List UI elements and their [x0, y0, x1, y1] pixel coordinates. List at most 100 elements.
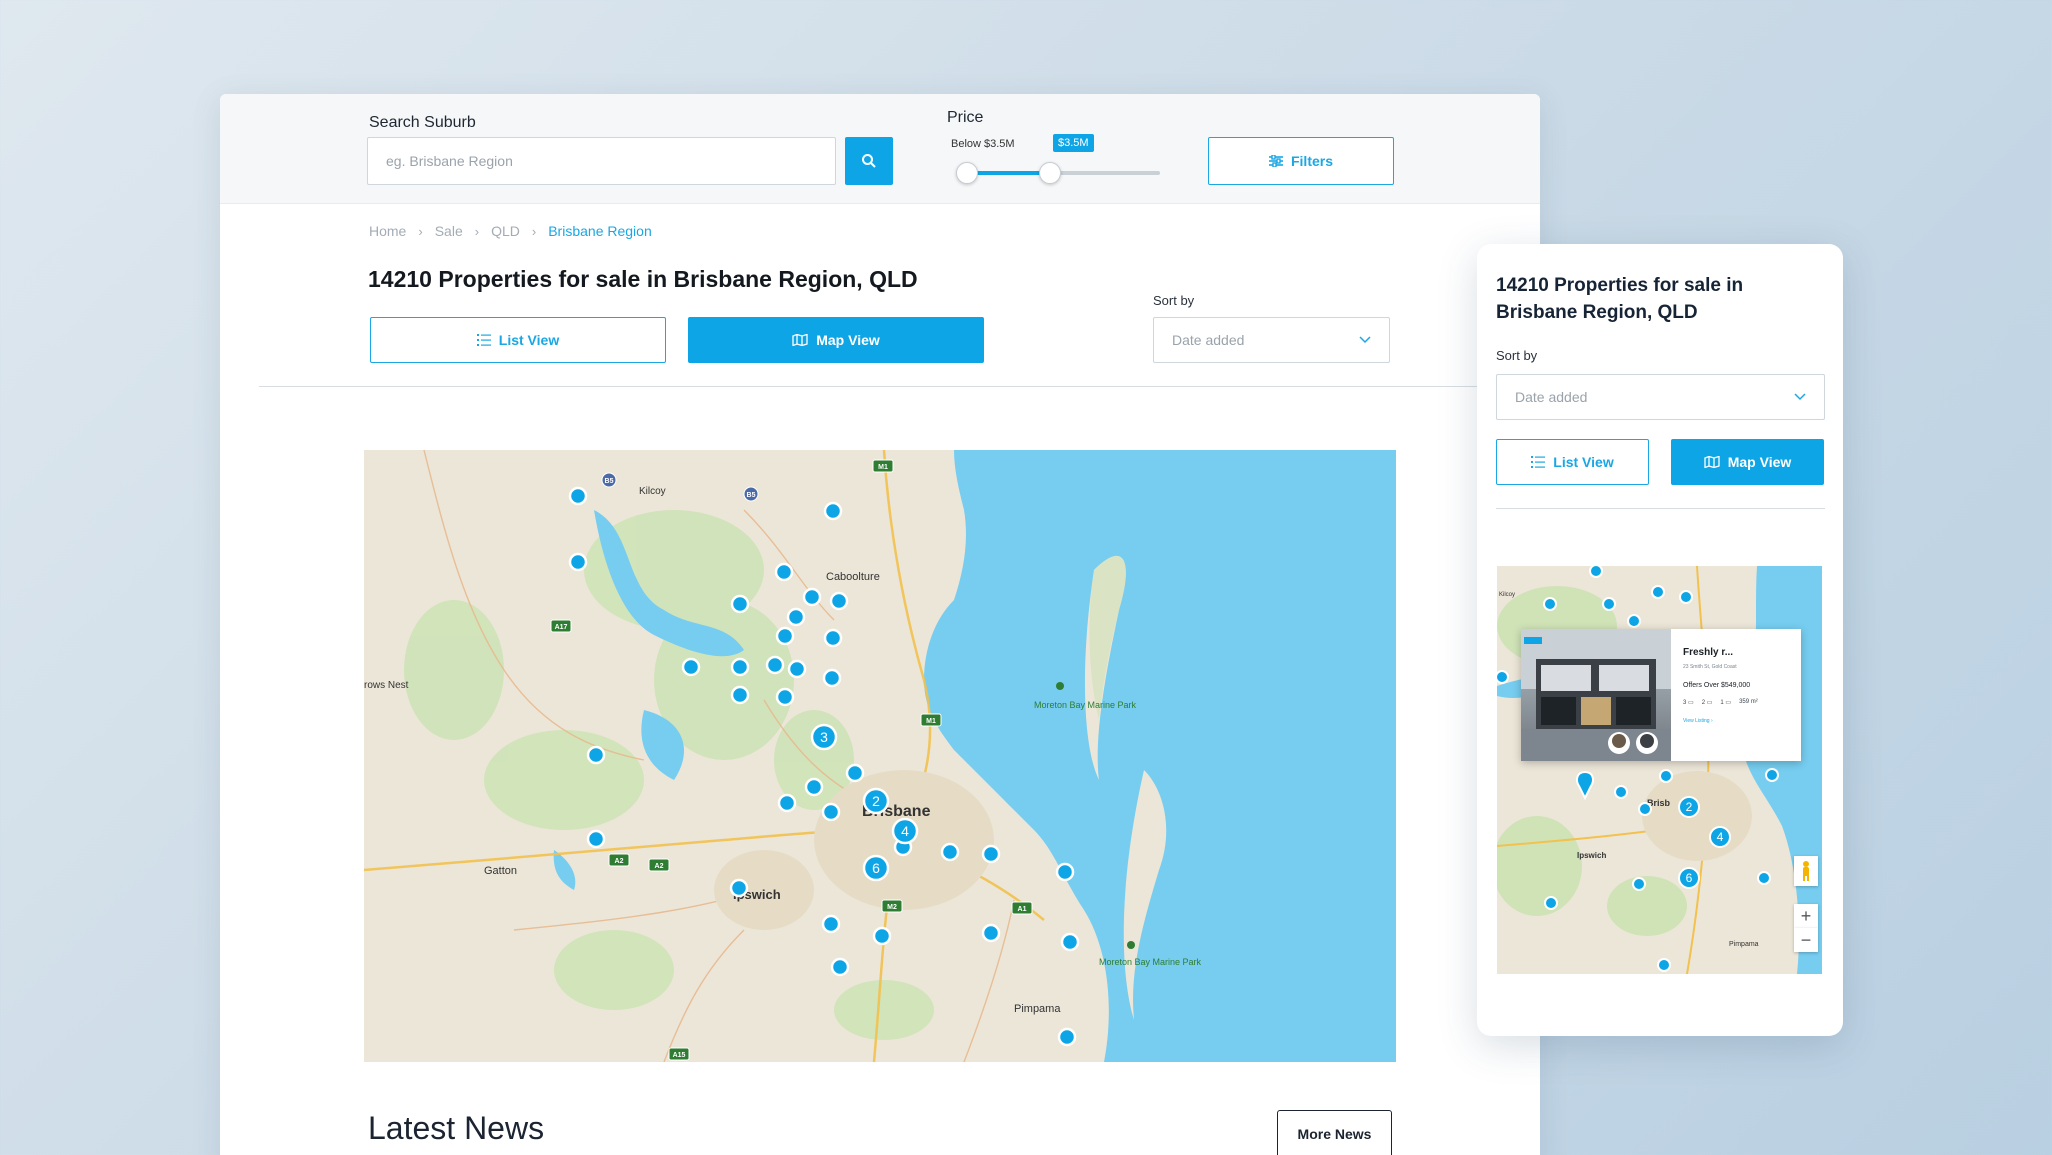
- property-marker[interactable]: [1589, 566, 1603, 578]
- filters-button[interactable]: Filters: [1208, 137, 1394, 185]
- cluster-marker[interactable]: 6: [1678, 867, 1700, 889]
- property-marker[interactable]: [775, 626, 795, 646]
- property-marker[interactable]: [777, 793, 797, 813]
- mobile-sort-select[interactable]: Date added: [1496, 374, 1825, 420]
- property-marker[interactable]: [1627, 614, 1641, 628]
- property-marker[interactable]: [822, 668, 842, 688]
- property-marker[interactable]: [681, 657, 701, 677]
- property-marker[interactable]: [730, 657, 750, 677]
- svg-text:M1: M1: [926, 718, 936, 725]
- property-marker[interactable]: [823, 628, 843, 648]
- svg-text:B5: B5: [747, 492, 756, 499]
- mobile-page-title: 14210 Properties for sale in Brisbane Re…: [1496, 275, 1744, 323]
- sort-label: Sort by: [1153, 293, 1195, 308]
- list-view-label: List View: [498, 332, 560, 348]
- property-marker[interactable]: [1544, 896, 1558, 910]
- property-marker[interactable]: [568, 486, 588, 506]
- list-view-button[interactable]: List View: [370, 317, 666, 363]
- property-marker[interactable]: [774, 562, 794, 582]
- desktop-window: Search Suburb Price Below $3.5M $3.5M Fi…: [220, 94, 1540, 1155]
- property-marker[interactable]: [1060, 932, 1080, 952]
- property-marker[interactable]: [1638, 802, 1652, 816]
- property-marker[interactable]: [586, 745, 606, 765]
- more-news-button[interactable]: More News: [1277, 1110, 1392, 1155]
- zoom-in-button[interactable]: +: [1794, 904, 1818, 928]
- property-marker[interactable]: [981, 844, 1001, 864]
- property-marker[interactable]: [823, 501, 843, 521]
- property-marker[interactable]: [1055, 862, 1075, 882]
- list-icon: [476, 334, 491, 346]
- cluster-marker[interactable]: 2: [1678, 796, 1700, 818]
- svg-text:6: 6: [872, 860, 880, 876]
- road-shield-a15: A15: [668, 1047, 690, 1061]
- breadcrumb-home[interactable]: Home: [369, 223, 406, 239]
- breadcrumb-sale[interactable]: Sale: [435, 223, 463, 239]
- property-marker[interactable]: [1651, 585, 1665, 599]
- property-marker[interactable]: [845, 763, 865, 783]
- cluster-marker[interactable]: 4: [1709, 826, 1731, 848]
- map-view-button[interactable]: Map View: [688, 317, 984, 363]
- divider: [259, 386, 1540, 387]
- property-marker[interactable]: [804, 777, 824, 797]
- map-canvas[interactable]: Kilcoy Caboolture rows Nest Moreton Bay …: [364, 450, 1396, 1062]
- view-listing-link[interactable]: View Listing ›: [1683, 718, 1791, 724]
- mobile-map[interactable]: Kilcoy Brisb Ipswich Pimpama 246 Freshly…: [1497, 566, 1822, 974]
- property-marker[interactable]: [830, 957, 850, 977]
- property-marker[interactable]: [1602, 597, 1616, 611]
- property-marker[interactable]: [802, 587, 822, 607]
- svg-text:2: 2: [1686, 800, 1693, 814]
- cluster-marker[interactable]: 6: [862, 854, 890, 882]
- property-marker[interactable]: [1057, 1027, 1077, 1047]
- property-marker[interactable]: [872, 926, 892, 946]
- property-marker[interactable]: [730, 594, 750, 614]
- property-marker[interactable]: [981, 923, 1001, 943]
- place-label-caboolture: Caboolture: [826, 571, 880, 583]
- property-popup-card[interactable]: Freshly r... 23 Smith St, Gold Coast Off…: [1521, 629, 1801, 761]
- property-marker[interactable]: [1757, 871, 1771, 885]
- property-marker[interactable]: [787, 659, 807, 679]
- property-marker[interactable]: [786, 607, 806, 627]
- property-marker[interactable]: [730, 685, 750, 705]
- price-slider-min-handle[interactable]: [956, 162, 978, 184]
- price-slider-max-handle[interactable]: [1039, 162, 1061, 184]
- mobile-list-view-button[interactable]: List View: [1496, 439, 1649, 485]
- street-view-pegman-icon[interactable]: [1794, 856, 1818, 886]
- property-marker[interactable]: [586, 829, 606, 849]
- breadcrumb-qld[interactable]: QLD: [491, 223, 520, 239]
- map[interactable]: Kilcoy Caboolture rows Nest Moreton Bay …: [364, 450, 1396, 1062]
- property-marker[interactable]: [775, 687, 795, 707]
- mobile-window: 14210 Properties for sale in Brisbane Re…: [1477, 244, 1843, 1036]
- zoom-out-button[interactable]: −: [1794, 928, 1818, 952]
- mobile-map-canvas[interactable]: Kilcoy Brisb Ipswich Pimpama 246: [1497, 566, 1822, 974]
- property-marker[interactable]: [1765, 768, 1779, 782]
- property-marker[interactable]: [1497, 670, 1509, 684]
- search-input[interactable]: [367, 137, 836, 185]
- property-marker[interactable]: [821, 802, 841, 822]
- property-marker[interactable]: [765, 655, 785, 675]
- property-marker[interactable]: [729, 878, 749, 898]
- property-marker[interactable]: [1632, 877, 1646, 891]
- property-marker[interactable]: [829, 591, 849, 611]
- cluster-marker[interactable]: 3: [810, 723, 838, 751]
- mobile-map-view-button[interactable]: Map View: [1671, 439, 1824, 485]
- property-marker[interactable]: [1543, 597, 1557, 611]
- sort-select[interactable]: Date added: [1153, 317, 1390, 363]
- property-marker[interactable]: [821, 914, 841, 934]
- property-marker[interactable]: [940, 842, 960, 862]
- place-label-kilcoy: Kilcoy: [639, 486, 666, 497]
- baths-count: 2: [1701, 700, 1706, 706]
- map-icon: [792, 334, 808, 346]
- cluster-marker[interactable]: 2: [862, 787, 890, 815]
- price-slider[interactable]: [956, 162, 1160, 184]
- property-marker[interactable]: [1614, 785, 1628, 799]
- search-label: Search Suburb: [369, 114, 476, 131]
- svg-text:A1: A1: [1018, 906, 1027, 913]
- road-shield-m2: M2: [881, 899, 903, 913]
- search-button[interactable]: [845, 137, 893, 185]
- property-marker[interactable]: [1679, 590, 1693, 604]
- news-title: Latest News: [368, 1110, 545, 1146]
- property-marker[interactable]: [1657, 958, 1671, 972]
- cluster-marker[interactable]: 4: [891, 817, 919, 845]
- property-marker[interactable]: [1659, 769, 1673, 783]
- property-marker[interactable]: [568, 552, 588, 572]
